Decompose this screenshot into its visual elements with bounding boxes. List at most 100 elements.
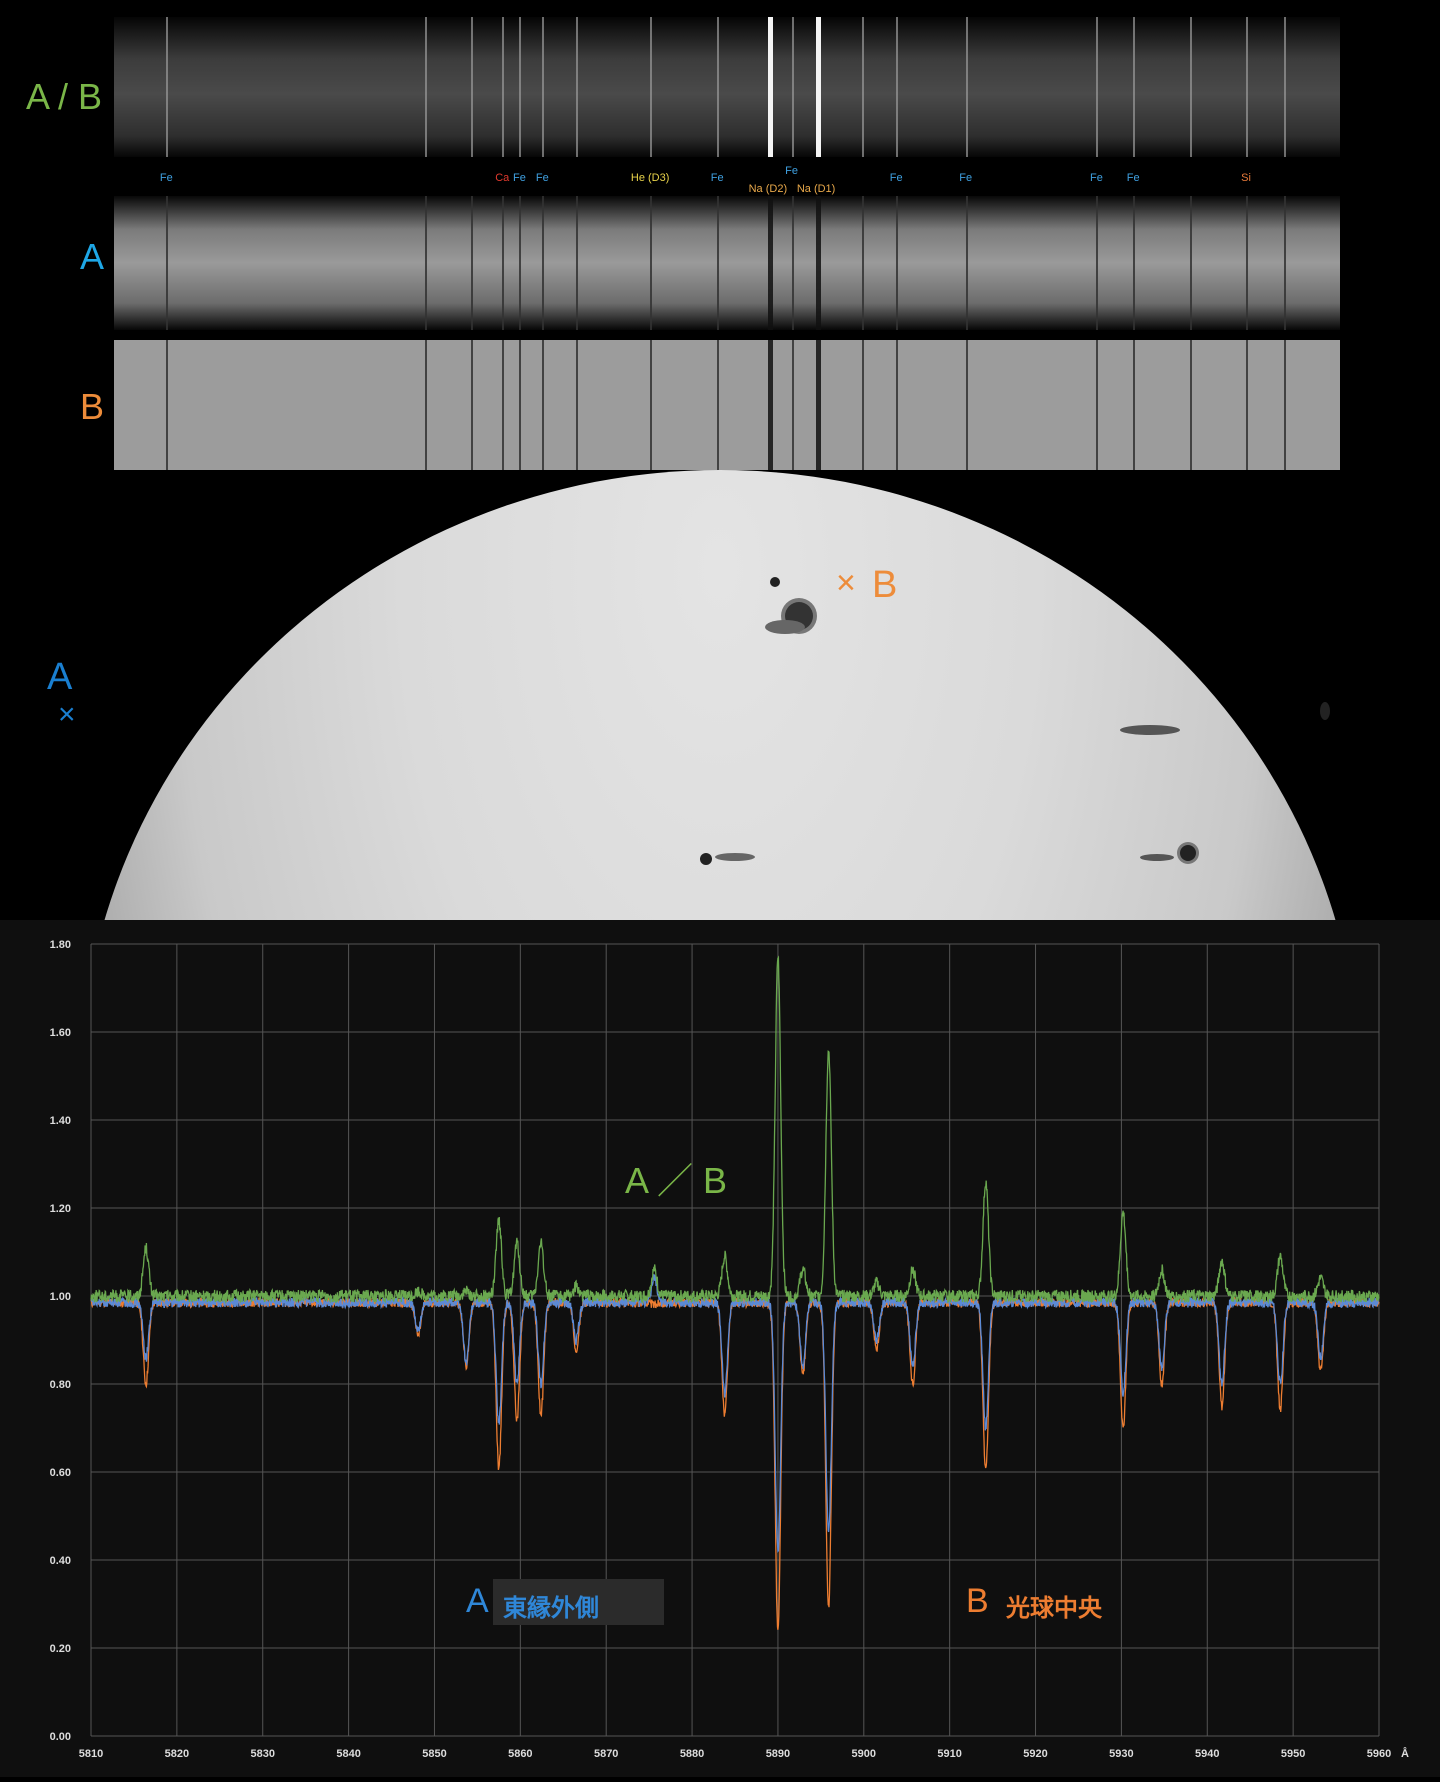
spectrum-line-mark [791, 340, 794, 470]
spectral-line-label: Si [1241, 172, 1251, 184]
marker-a-label: A [47, 656, 73, 698]
spectrum-line-mark [575, 196, 578, 330]
spectrum-label-a: A [80, 236, 105, 277]
spectral-line-label: Fe [1126, 172, 1140, 184]
spectral-line-label: Fe [889, 172, 903, 184]
spectrum-label-b: B [80, 386, 105, 427]
spectrum-line-mark [965, 17, 968, 157]
spectrum-line-mark [519, 196, 522, 330]
spectrum-line-mark [502, 340, 505, 470]
marker-a-cross: × [58, 698, 76, 731]
y-tick-label: 1.00 [50, 1291, 71, 1303]
series-line-ratio [90, 955, 1380, 1305]
x-tick-label: 5930 [1109, 1748, 1133, 1760]
spectrum-line-mark [861, 17, 864, 157]
spectrum-line-mark [896, 17, 899, 157]
spectrum-line-mark [816, 196, 822, 330]
x-tick-label: 5960 [1367, 1748, 1391, 1760]
spectrum-line-mark [502, 196, 505, 330]
x-tick-label: 5920 [1023, 1748, 1047, 1760]
x-tick-label: 5850 [422, 1748, 446, 1760]
x-tick-label: 5900 [852, 1748, 876, 1760]
spectrum-line-mark [1133, 340, 1136, 470]
sunspot [1120, 725, 1180, 735]
b-annotation-letter: B [966, 1582, 989, 1620]
spectrum-line-mark [767, 17, 773, 157]
spectrum-a-strip [114, 196, 1340, 330]
spectrum-line-mark [425, 17, 428, 157]
x-tick-label: 5840 [336, 1748, 360, 1760]
spectrum-line-mark [542, 17, 545, 157]
spectral-line-label: Fe [535, 172, 549, 184]
spectrum-line-mark [1246, 196, 1248, 330]
spectral-line-label: Fe [512, 172, 526, 184]
spectrum-line-mark [519, 340, 522, 470]
spectrum-b-strip [114, 340, 1340, 470]
spectrum-line-mark [575, 17, 578, 157]
series-line-b [90, 1296, 1380, 1630]
spectrum-chart-panel: 0.00 0.20 0.40 0.60 0.80 1.00 1.20 1.40 1.60 1.80… [0, 920, 1440, 1777]
spectrum-line-mark [1096, 196, 1099, 330]
spectrum-line-mark [650, 340, 653, 470]
spectrum-line-mark [502, 17, 505, 157]
x-tick-label: 5880 [680, 1748, 704, 1760]
y-tick-label: 1.60 [50, 1027, 71, 1039]
y-tick-label: 1.80 [50, 939, 71, 951]
spectrum-line-mark [542, 196, 545, 330]
spectrum-line-mark [1133, 196, 1136, 330]
x-tick-label: 5830 [250, 1748, 274, 1760]
spectrum-line-mark [1133, 17, 1136, 157]
spectrum-line-mark [575, 340, 578, 470]
spectrum-line-mark [542, 340, 545, 470]
sunspot [770, 577, 780, 587]
spectrum-line-mark [425, 196, 428, 330]
spectrum-line-mark [1246, 340, 1248, 470]
x-unit-label: Å [1401, 1747, 1409, 1760]
spectrum-line-mark [650, 17, 653, 157]
sunspot [700, 853, 712, 865]
spectrum-line-mark [1190, 340, 1193, 470]
spectral-line-label: Fe [959, 172, 973, 184]
x-tick-label: 5810 [79, 1748, 103, 1760]
y-tick-label: 0.60 [50, 1467, 71, 1479]
spectrum-line-mark [1190, 196, 1193, 330]
spectrum-line-mark [1284, 340, 1287, 470]
spectrum-line-mark [471, 196, 474, 330]
x-tick-label: 5820 [165, 1748, 189, 1760]
spectrum-line-mark [717, 196, 720, 330]
spectrum-line-mark [166, 17, 169, 157]
spectrum-line-mark [166, 196, 169, 330]
x-tick-label: 5870 [594, 1748, 618, 1760]
spectral-line-label: He (D3) [630, 172, 670, 184]
spectrum-line-mark [717, 17, 720, 157]
spectrum-line-mark [1096, 17, 1099, 157]
spectrum-line-mark [816, 17, 822, 157]
spectrum-line-mark [816, 340, 822, 470]
x-tick-label: 5860 [508, 1748, 532, 1760]
x-tick-label: 5890 [766, 1748, 790, 1760]
spectrum-line-mark [767, 340, 773, 470]
marker-b-label: B [872, 564, 898, 606]
spectrum-line-mark [1284, 196, 1287, 330]
spectrum-line-mark [965, 196, 968, 330]
x-tick-label: 5950 [1281, 1748, 1305, 1760]
spectrum-ratio-strip [114, 17, 1340, 157]
spectral-line-label: Ca [495, 172, 510, 184]
spectrum-line-mark [650, 196, 653, 330]
a-annotation-letter: A [466, 1582, 489, 1620]
spectrum-line-mark [1284, 17, 1287, 157]
spectral-line-label: Fe [785, 165, 798, 177]
spectrum-chart: 0.00 0.20 0.40 0.60 0.80 1.00 1.20 1.40 1.60 1.80… [50, 939, 1409, 1760]
spectrum-line-mark [425, 340, 428, 470]
spectrum-line-mark [717, 340, 720, 470]
spectral-line-label: Fe [710, 172, 724, 184]
spectrum-line-mark [1246, 17, 1248, 157]
sunspot [1320, 702, 1330, 720]
spectrum-line-mark [1096, 340, 1099, 470]
spectrum-label-ab: A / B [26, 76, 103, 117]
sunspot [765, 620, 805, 634]
a-annotation-text: 東縁外側 [503, 1595, 599, 1622]
solar-disk [80, 470, 1360, 920]
spectrum-line-mark [791, 17, 794, 157]
spectrum-line-mark [791, 196, 794, 330]
